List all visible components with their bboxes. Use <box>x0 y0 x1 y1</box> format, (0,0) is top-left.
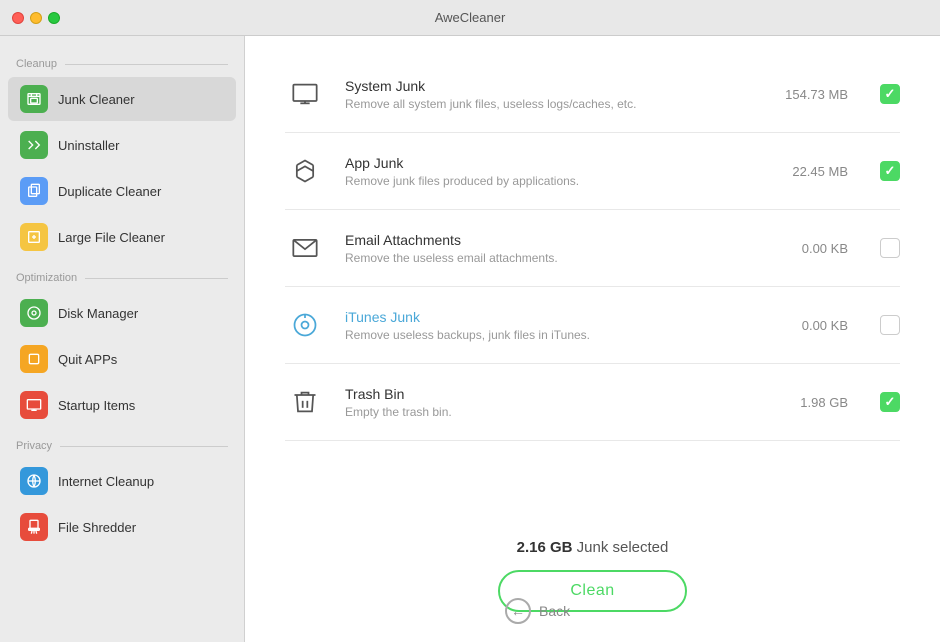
sidebar-item-quit-apps[interactable]: Quit APPs <box>8 337 236 381</box>
internet-icon <box>20 467 48 495</box>
traffic-lights <box>12 12 60 24</box>
content-wrapper: System Junk Remove all system junk files,… <box>245 36 940 642</box>
sidebar-item-label-quit-apps: Quit APPs <box>58 352 117 367</box>
close-button[interactable] <box>12 12 24 24</box>
sidebar-item-junk-cleaner[interactable]: Junk Cleaner <box>8 77 236 121</box>
content-footer: 2.16 GB Junk selected Clean <box>285 519 900 622</box>
sidebar-item-label-internet-cleanup: Internet Cleanup <box>58 474 154 489</box>
sidebar-item-uninstaller[interactable]: Uninstaller <box>8 123 236 167</box>
uninstaller-icon <box>20 131 48 159</box>
junk-item-system-junk: System Junk Remove all system junk files,… <box>285 56 900 133</box>
app-junk-info: App Junk Remove junk files produced by ap… <box>345 155 748 188</box>
junk-item-app-junk: App Junk Remove junk files produced by ap… <box>285 133 900 210</box>
email-attachments-checkbox[interactable] <box>880 238 900 258</box>
sidebar-item-label-file-shredder: File Shredder <box>58 520 136 535</box>
trash-bin-title: Trash Bin <box>345 386 748 402</box>
largefile-icon <box>20 223 48 251</box>
app-junk-icon <box>285 151 325 191</box>
sidebar-item-disk-manager[interactable]: Disk Manager <box>8 291 236 335</box>
app-junk-title: App Junk <box>345 155 748 171</box>
email-attachments-title: Email Attachments <box>345 232 748 248</box>
junk-icon <box>20 85 48 113</box>
app-junk-desc: Remove junk files produced by applicatio… <box>345 174 748 188</box>
trash-bin-icon <box>285 382 325 422</box>
sidebar: Cleanup Junk Cleaner Uninstaller Duplicate … <box>0 36 245 642</box>
shredder-icon <box>20 513 48 541</box>
minimize-button[interactable] <box>30 12 42 24</box>
itunes-junk-icon <box>285 305 325 345</box>
trash-bin-size: 1.98 GB <box>768 395 848 410</box>
app-title: AweCleaner <box>435 10 506 25</box>
back-button[interactable]: ← Back <box>505 598 570 624</box>
app-junk-size: 22.45 MB <box>768 164 848 179</box>
sidebar-item-internet-cleanup[interactable]: Internet Cleanup <box>8 459 236 503</box>
maximize-button[interactable] <box>48 12 60 24</box>
itunes-junk-checkbox[interactable] <box>880 315 900 335</box>
trash-bin-checkbox[interactable] <box>880 392 900 412</box>
junk-total-amount: 2.16 GB <box>517 539 577 556</box>
email-attachments-icon <box>285 228 325 268</box>
itunes-junk-desc: Remove useless backups, junk files in iT… <box>345 328 748 342</box>
junk-item-itunes-junk: iTunes Junk Remove useless backups, junk … <box>285 287 900 364</box>
duplicate-icon <box>20 177 48 205</box>
trash-bin-info: Trash Bin Empty the trash bin. <box>345 386 748 419</box>
system-junk-title: System Junk <box>345 78 748 94</box>
email-attachments-desc: Remove the useless email attachments. <box>345 251 748 265</box>
disk-icon <box>20 299 48 327</box>
system-junk-info: System Junk Remove all system junk files,… <box>345 78 748 111</box>
back-arrow-icon: ← <box>505 598 531 624</box>
sidebar-item-large-file-cleaner[interactable]: Large File Cleaner <box>8 215 236 259</box>
trash-bin-desc: Empty the trash bin. <box>345 405 748 419</box>
system-junk-desc: Remove all system junk files, useless lo… <box>345 97 748 111</box>
system-junk-icon <box>285 74 325 114</box>
main-container: Cleanup Junk Cleaner Uninstaller Duplicate … <box>0 36 940 642</box>
sidebar-section-cleanup: Cleanup <box>0 46 244 76</box>
sidebar-section-privacy: Privacy <box>0 428 244 458</box>
junk-total-text: 2.16 GB Junk selected <box>517 539 669 556</box>
back-label: Back <box>539 603 570 619</box>
itunes-junk-size: 0.00 KB <box>768 318 848 333</box>
junk-item-email-attachments: Email Attachments Remove the useless emai… <box>285 210 900 287</box>
content-area: System Junk Remove all system junk files,… <box>245 36 940 642</box>
itunes-junk-title: iTunes Junk <box>345 309 748 325</box>
sidebar-item-label-uninstaller: Uninstaller <box>58 138 119 153</box>
junk-item-trash-bin: Trash Bin Empty the trash bin. 1.98 GB <box>285 364 900 441</box>
system-junk-checkbox[interactable] <box>880 84 900 104</box>
sidebar-item-startup-items[interactable]: Startup Items <box>8 383 236 427</box>
title-bar: AweCleaner <box>0 0 940 36</box>
app-junk-checkbox[interactable] <box>880 161 900 181</box>
system-junk-size: 154.73 MB <box>768 87 848 102</box>
sidebar-item-label-disk-manager: Disk Manager <box>58 306 138 321</box>
quit-icon <box>20 345 48 373</box>
email-attachments-size: 0.00 KB <box>768 241 848 256</box>
sidebar-section-optimization: Optimization <box>0 260 244 290</box>
junk-list: System Junk Remove all system junk files,… <box>285 56 900 519</box>
sidebar-item-duplicate-cleaner[interactable]: Duplicate Cleaner <box>8 169 236 213</box>
itunes-junk-info: iTunes Junk Remove useless backups, junk … <box>345 309 748 342</box>
sidebar-item-label-large-file-cleaner: Large File Cleaner <box>58 230 165 245</box>
sidebar-item-label-junk-cleaner: Junk Cleaner <box>58 92 135 107</box>
sidebar-item-label-duplicate-cleaner: Duplicate Cleaner <box>58 184 161 199</box>
email-attachments-info: Email Attachments Remove the useless emai… <box>345 232 748 265</box>
sidebar-item-file-shredder[interactable]: File Shredder <box>8 505 236 549</box>
startup-icon <box>20 391 48 419</box>
sidebar-item-label-startup-items: Startup Items <box>58 398 135 413</box>
junk-total-label: Junk selected <box>577 539 669 556</box>
